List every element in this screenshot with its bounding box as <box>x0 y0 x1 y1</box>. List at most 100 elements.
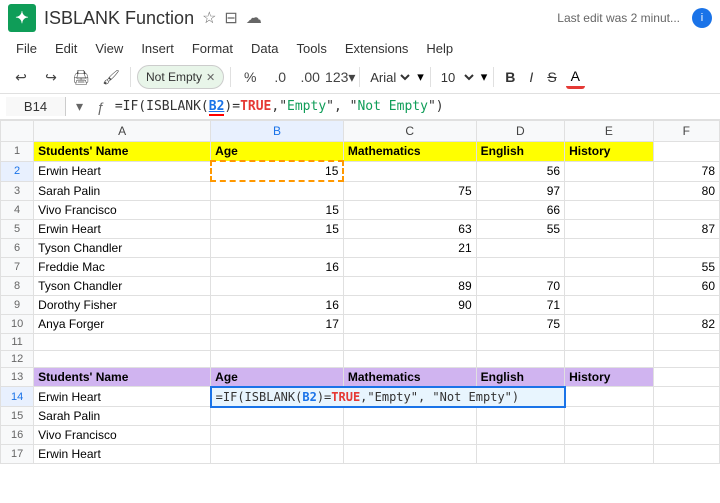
cell-e13[interactable]: History <box>565 367 653 387</box>
cell-f15[interactable] <box>653 407 719 426</box>
cell-b8[interactable] <box>211 276 344 295</box>
cell-e4[interactable] <box>565 200 653 219</box>
cell-f17[interactable] <box>653 445 719 464</box>
cell-f10[interactable]: 82 <box>653 314 719 333</box>
cell-e10[interactable] <box>565 314 653 333</box>
cell-f13[interactable] <box>653 367 719 387</box>
cell-a2[interactable]: Erwin Heart <box>34 161 211 181</box>
cell-e3[interactable] <box>565 181 653 200</box>
decimal1-button[interactable]: .0 <box>267 64 293 90</box>
menu-file[interactable]: File <box>8 38 45 59</box>
menu-tools[interactable]: Tools <box>288 38 334 59</box>
cell-d12[interactable] <box>476 350 564 367</box>
cell-e1[interactable]: History <box>565 142 653 162</box>
cell-b16[interactable] <box>211 426 344 445</box>
cell-c11[interactable] <box>343 333 476 350</box>
cell-c4[interactable] <box>343 200 476 219</box>
cell-c12[interactable] <box>343 350 476 367</box>
cell-a5[interactable]: Erwin Heart <box>34 219 211 238</box>
cell-d4[interactable]: 66 <box>476 200 564 219</box>
cell-f12[interactable] <box>653 350 719 367</box>
bold-button[interactable]: B <box>500 67 520 87</box>
cell-e7[interactable] <box>565 257 653 276</box>
cell-e14[interactable] <box>565 387 653 407</box>
col-header-d[interactable]: D <box>476 121 564 142</box>
cell-f8[interactable]: 60 <box>653 276 719 295</box>
cell-c17[interactable] <box>343 445 476 464</box>
cell-e15[interactable] <box>565 407 653 426</box>
undo-button[interactable]: ↩ <box>8 64 34 90</box>
cell-a10[interactable]: Anya Forger <box>34 314 211 333</box>
cell-a1[interactable]: Students' Name <box>34 142 211 162</box>
menu-edit[interactable]: Edit <box>47 38 85 59</box>
cell-a3[interactable]: Sarah Palin <box>34 181 211 200</box>
cell-e16[interactable] <box>565 426 653 445</box>
cell-a8[interactable]: Tyson Chandler <box>34 276 211 295</box>
folder-icon[interactable]: ⊟ <box>224 8 237 28</box>
cell-b7[interactable]: 16 <box>211 257 344 276</box>
cell-a12[interactable] <box>34 350 211 367</box>
menu-help[interactable]: Help <box>418 38 461 59</box>
cell-a15[interactable]: Sarah Palin <box>34 407 211 426</box>
cell-f9[interactable] <box>653 295 719 314</box>
cloud-icon[interactable]: ☁ <box>246 8 262 28</box>
cell-f16[interactable] <box>653 426 719 445</box>
cell-f2[interactable]: 78 <box>653 161 719 181</box>
cell-b5[interactable]: 15 <box>211 219 344 238</box>
menu-format[interactable]: Format <box>184 38 241 59</box>
cell-d17[interactable] <box>476 445 564 464</box>
cell-d10[interactable]: 75 <box>476 314 564 333</box>
col-header-a[interactable]: A <box>34 121 211 142</box>
cell-c8[interactable]: 89 <box>343 276 476 295</box>
cell-b10[interactable]: 17 <box>211 314 344 333</box>
cell-d3[interactable]: 97 <box>476 181 564 200</box>
cell-b11[interactable] <box>211 333 344 350</box>
cell-d16[interactable] <box>476 426 564 445</box>
cell-f6[interactable] <box>653 238 719 257</box>
cell-e12[interactable] <box>565 350 653 367</box>
cell-a11[interactable] <box>34 333 211 350</box>
cell-f3[interactable]: 80 <box>653 181 719 200</box>
cell-e9[interactable] <box>565 295 653 314</box>
menu-insert[interactable]: Insert <box>133 38 182 59</box>
cell-b9[interactable]: 16 <box>211 295 344 314</box>
cell-c16[interactable] <box>343 426 476 445</box>
cell-f11[interactable] <box>653 333 719 350</box>
cell-b17[interactable] <box>211 445 344 464</box>
cell-d8[interactable]: 70 <box>476 276 564 295</box>
cell-reference-input[interactable] <box>6 97 66 116</box>
col-header-f[interactable]: F <box>653 121 719 142</box>
cell-b12[interactable] <box>211 350 344 367</box>
cell-f4[interactable] <box>653 200 719 219</box>
cell-a16[interactable]: Vivo Francisco <box>34 426 211 445</box>
menu-extensions[interactable]: Extensions <box>337 38 417 59</box>
percent-button[interactable]: % <box>237 64 263 90</box>
cell-c15[interactable] <box>343 407 476 426</box>
cell-e5[interactable] <box>565 219 653 238</box>
font-selector[interactable]: Arial <box>366 69 413 86</box>
cell-b15[interactable] <box>211 407 344 426</box>
cell-b4[interactable]: 15 <box>211 200 344 219</box>
menu-view[interactable]: View <box>87 38 131 59</box>
cell-d7[interactable] <box>476 257 564 276</box>
col-header-b[interactable]: B <box>211 121 344 142</box>
cell-a17[interactable]: Erwin Heart <box>34 445 211 464</box>
cell-c5[interactable]: 63 <box>343 219 476 238</box>
cell-a7[interactable]: Freddie Mac <box>34 257 211 276</box>
cell-a6[interactable]: Tyson Chandler <box>34 238 211 257</box>
cell-c6[interactable]: 21 <box>343 238 476 257</box>
cell-e6[interactable] <box>565 238 653 257</box>
cell-d11[interactable] <box>476 333 564 350</box>
cell-e11[interactable] <box>565 333 653 350</box>
cell-c13[interactable]: Mathematics <box>343 367 476 387</box>
cell-f14[interactable] <box>653 387 719 407</box>
cell-e2[interactable] <box>565 161 653 181</box>
cell-b3[interactable] <box>211 181 344 200</box>
cell-f5[interactable]: 87 <box>653 219 719 238</box>
cell-a9[interactable]: Dorothy Fisher <box>34 295 211 314</box>
col-header-e[interactable]: E <box>565 121 653 142</box>
cell-d9[interactable]: 71 <box>476 295 564 314</box>
cell-d2[interactable]: 56 <box>476 161 564 181</box>
cell-c1[interactable]: Mathematics <box>343 142 476 162</box>
cell-c7[interactable] <box>343 257 476 276</box>
